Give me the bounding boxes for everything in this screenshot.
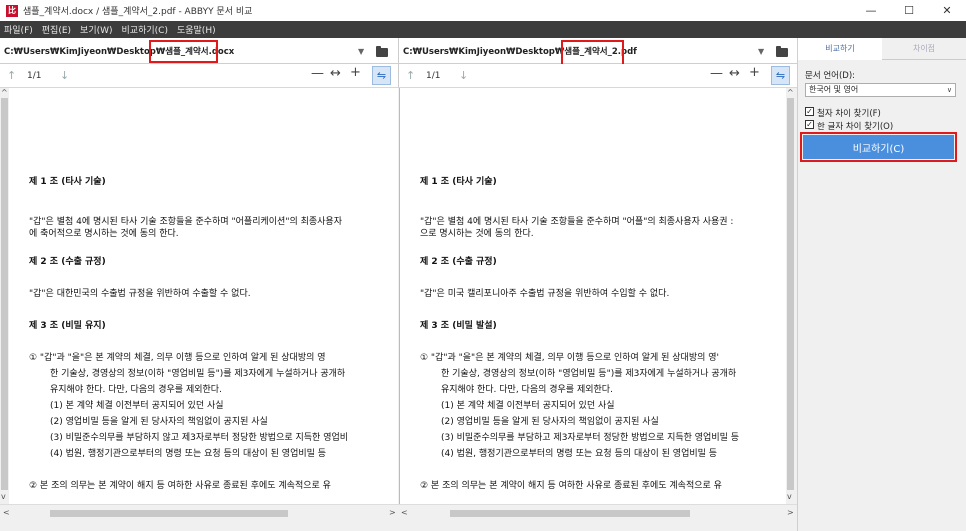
document-line: 유지해야 한다. 다만, 다음의 경우를 제외한다. xyxy=(441,385,613,395)
document-line: (2) 영업비밀 등을 알게 된 당사자의 책임없이 공지된 사실 xyxy=(441,417,659,427)
right-zoom-out-icon[interactable]: — xyxy=(710,66,723,81)
title-bar: 比 샘플_계약서.docx / 샘플_계약서_2.pdf - ABBYY 문서 … xyxy=(0,0,966,21)
right-prev-page-icon[interactable]: ↑ xyxy=(406,69,415,82)
menu-help[interactable]: 도움말(H) xyxy=(177,23,216,36)
menu-view[interactable]: 보기(W) xyxy=(80,23,112,36)
left-path-dropdown-icon[interactable]: ▼ xyxy=(358,47,364,56)
menu-file[interactable]: 파일(F) xyxy=(4,23,33,36)
tab-compare[interactable]: 비교하기 xyxy=(798,38,882,60)
document-line: ② 본 조의 의무는 본 계약이 해지 등 여하한 사유로 종료된 후에도 계속… xyxy=(420,481,722,491)
status-bar xyxy=(0,521,797,531)
document-line: "갑"은 대한민국의 수출법 규정을 위반하여 수출할 수 없다. xyxy=(29,289,251,299)
compare-button-highlight xyxy=(800,132,957,162)
document-language-label: 문서 언어(D): xyxy=(805,71,856,81)
document-line: ① "갑"과 "을"은 본 계약의 체결, 의무 이행 등으로 인하여 알게 된… xyxy=(29,353,326,363)
menu-compare[interactable]: 비교하기(C) xyxy=(122,23,168,36)
chevron-down-icon: ∨ xyxy=(946,86,952,94)
document-language-value: 한국어 및 영어 xyxy=(809,85,859,94)
punctuation-diff-checkbox[interactable]: ✓ xyxy=(805,107,814,116)
right-sync-scroll-icon[interactable]: ⇋ xyxy=(771,66,790,85)
right-fit-width-icon[interactable]: ↔ xyxy=(729,66,740,81)
document-line: (4) 법원, 행정기관으로부터의 명령 또는 요청 등의 대상이 된 영업비밀… xyxy=(50,449,327,459)
document-line: (1) 본 계약 체결 이전부터 공지되어 있던 사실 xyxy=(441,401,615,411)
left-prev-page-icon[interactable]: ↑ xyxy=(7,69,16,82)
right-nav-bar: ↑ 1/1 ↓ — ↔ + ⇋ xyxy=(398,64,797,88)
document-line: ① "갑"과 "을"은 본 계약의 체결, 의무 이행 등으로 인하여 알게 된… xyxy=(420,353,719,363)
left-next-page-icon[interactable]: ↓ xyxy=(60,69,69,82)
document-line: (3) 비밀준수의무를 부담하지 않고 제3자로부터 정당한 방법으로 지득한 … xyxy=(50,433,349,443)
maximize-button[interactable]: ☐ xyxy=(890,0,928,21)
right-next-page-icon[interactable]: ↓ xyxy=(459,69,468,82)
document-heading: 제 2 조 (수출 규정) xyxy=(420,257,497,267)
right-open-folder-icon[interactable] xyxy=(776,46,788,57)
left-filename-highlight xyxy=(149,40,218,63)
right-zoom-in-icon[interactable]: + xyxy=(749,65,760,80)
left-fit-width-icon[interactable]: ↔ xyxy=(330,66,341,81)
left-document-view[interactable]: 제 1 조 (타사 기술) "갑"은 별첨 4에 명시된 타사 기술 조항들을 준… xyxy=(9,88,398,504)
punctuation-diff-label[interactable]: 철자 차이 찾기(F) xyxy=(817,107,881,119)
menu-bar: 파일(F) 편집(E) 보기(W) 비교하기(C) 도움말(H) xyxy=(0,21,966,38)
window-title: 샘플_계약서.docx / 샘플_계약서_2.pdf - ABBYY 문서 비교 xyxy=(23,7,253,17)
document-line: 으로 명시하는 것에 동의 한다. xyxy=(420,229,534,239)
right-horizontal-scrollbar[interactable]: < > xyxy=(398,504,797,521)
right-path-dropdown-icon[interactable]: ▼ xyxy=(758,47,764,56)
document-line: (1) 본 계약 체결 이전부터 공지되어 있던 사실 xyxy=(50,401,224,411)
document-line: "갑"은 미국 캘리포니아주 수출법 규정을 위반하여 수입할 수 없다. xyxy=(420,289,670,299)
tab-differences[interactable]: 차이점 xyxy=(882,38,966,60)
document-heading: 제 2 조 (수출 규정) xyxy=(29,257,106,267)
left-vertical-scrollbar[interactable]: ^ v xyxy=(0,88,9,504)
left-page-indicator: 1/1 xyxy=(27,71,42,81)
left-nav-bar: ↑ 1/1 ↓ — ↔ + ⇋ xyxy=(0,64,398,88)
document-line: (4) 법원, 행정기관으로부터의 명령 또는 요청 등의 대상이 된 영업비밀… xyxy=(441,449,718,459)
document-heading: 제 1 조 (타사 기술) xyxy=(29,177,106,187)
left-horizontal-scrollbar[interactable]: < > xyxy=(0,504,398,521)
document-line: ② 본 조의 의무는 본 계약이 해지 등 여하한 사유로 종료된 후에도 계속… xyxy=(29,481,331,491)
document-line: 유지해야 한다. 다만, 다음의 경우를 제외한다. xyxy=(50,385,222,395)
document-heading: 제 3 조 (비밀 발설) xyxy=(420,321,497,331)
close-button[interactable]: ✕ xyxy=(928,0,966,21)
menu-edit[interactable]: 편집(E) xyxy=(42,23,71,36)
compare-sidebar: 비교하기 차이점 문서 언어(D): 한국어 및 영어 ∨ ✓ 철자 차이 찾기… xyxy=(797,38,966,531)
document-line: 에 축어적으로 명시하는 것에 동의 한다. xyxy=(29,229,179,239)
abbyy-app-icon: 比 xyxy=(6,4,18,17)
char-diff-label[interactable]: 한 글자 차이 찾기(O) xyxy=(817,120,893,132)
document-heading: 제 3 조 (비밀 유지) xyxy=(29,321,106,331)
document-line: (3) 비밀준수의무를 부담하고 제3자로부터 정당한 방법으로 지득한 영업비… xyxy=(441,433,740,443)
minimize-button[interactable]: — xyxy=(852,0,890,21)
right-vertical-scrollbar[interactable]: ^ v xyxy=(786,88,795,504)
left-zoom-out-icon[interactable]: — xyxy=(311,66,324,81)
document-heading: 제 1 조 (타사 기술) xyxy=(420,177,497,187)
left-zoom-in-icon[interactable]: + xyxy=(350,65,361,80)
right-page-indicator: 1/1 xyxy=(426,71,441,81)
char-diff-checkbox[interactable]: ✓ xyxy=(805,120,814,129)
right-document-view[interactable]: 제 1 조 (타사 기술) "갑"은 별첨 4에 명시된 타사 기술 조항들을 준… xyxy=(399,88,786,504)
document-line: 한 기술상, 경영상의 정보(이하 "영업비밀 등")를 제3자에게 누설하거나… xyxy=(441,369,737,379)
document-language-select[interactable]: 한국어 및 영어 ∨ xyxy=(805,83,956,97)
left-sync-scroll-icon[interactable]: ⇋ xyxy=(372,66,391,85)
left-open-folder-icon[interactable] xyxy=(376,46,388,57)
document-line: (2) 영업비밀 등을 알게 된 당사자의 책임없이 공지된 사실 xyxy=(50,417,268,427)
document-line: 한 기술상, 경영상의 정보(이하 "영업비밀 등")를 제3자에게 누설하거나… xyxy=(50,369,346,379)
